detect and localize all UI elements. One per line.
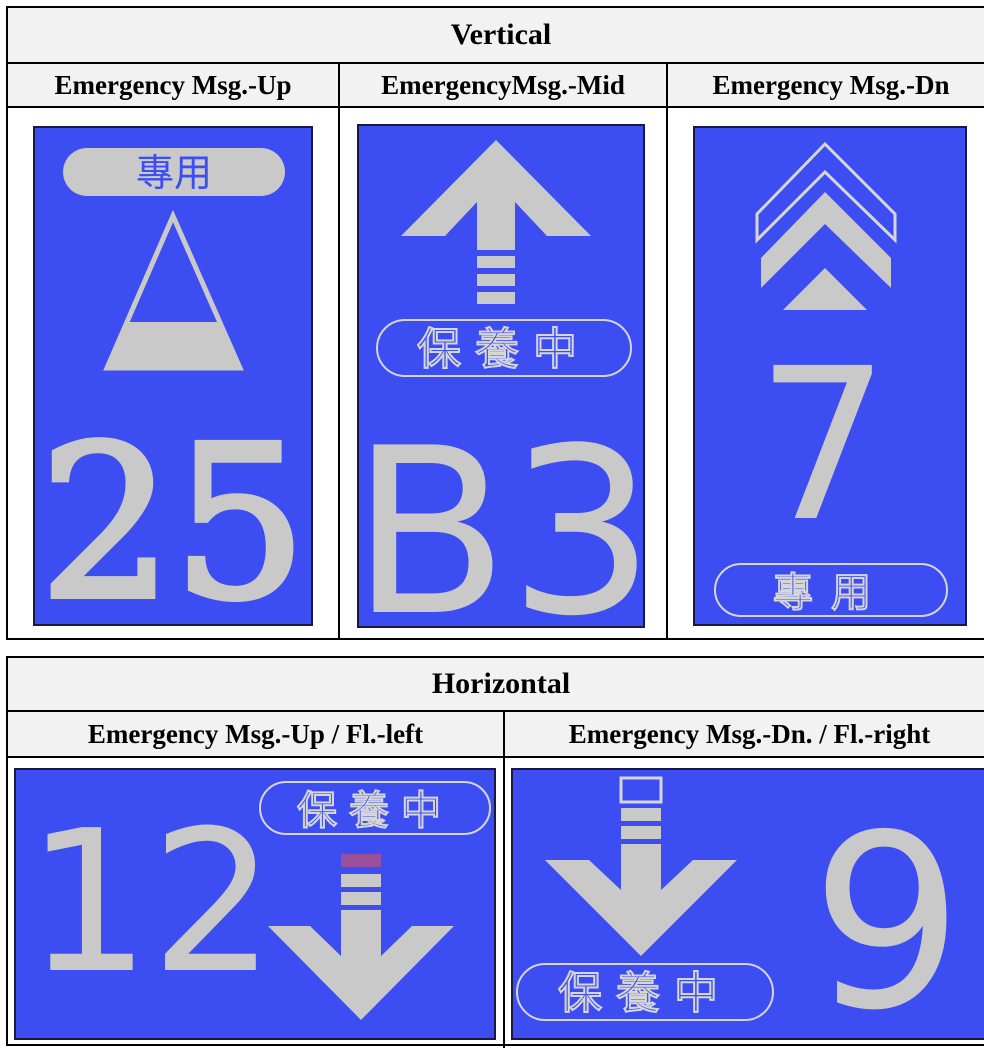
vertical-screen-up: 專用 25 [33,126,313,626]
column-header-up: Emergency Msg.-Up [8,64,340,106]
horizontal-column-headers: Emergency Msg.-Up / Fl.-left Emergency M… [8,712,984,758]
label-text: 保養中 [297,788,453,834]
column-header-mid: EmergencyMsg.-Mid [340,64,668,106]
label-text: 保養中 [558,968,732,1019]
floor-number: 7 [756,323,890,568]
floor-number: 12 [26,789,275,1017]
label-text: 專用 [136,151,212,195]
vertical-screen-mid: 保養中 B3 [357,124,645,628]
vertical-screen-dn: 7 專用 [693,126,967,626]
column-header-dn-right: Emergency Msg.-Dn. / Fl.-right [505,712,984,756]
down-arrow-icon [268,854,454,1020]
floor-number: 9 [811,783,964,1040]
down-arrow-icon [545,776,737,956]
vertical-title: Vertical [8,8,984,64]
vertical-column-headers: Emergency Msg.-Up EmergencyMsg.-Mid Emer… [8,64,984,108]
up-arrow-icon [401,140,591,304]
horizontal-title: Horizontal [8,658,984,712]
horizontal-screen-dn-right: 保養中 9 [511,768,984,1040]
double-chevron-up-icon [755,141,897,310]
label-text: 保養中 [417,324,591,375]
floor-number: B3 [359,400,645,628]
horizontal-screen-up-left: 12 保養中 [14,768,496,1040]
column-header-dn: Emergency Msg.-Dn [668,64,984,106]
label-text: 專用 [773,570,889,616]
column-header-up-left: Emergency Msg.-Up / Fl.-left [8,712,505,756]
up-triangle-icon [103,209,244,371]
floor-number: 25 [39,401,306,626]
